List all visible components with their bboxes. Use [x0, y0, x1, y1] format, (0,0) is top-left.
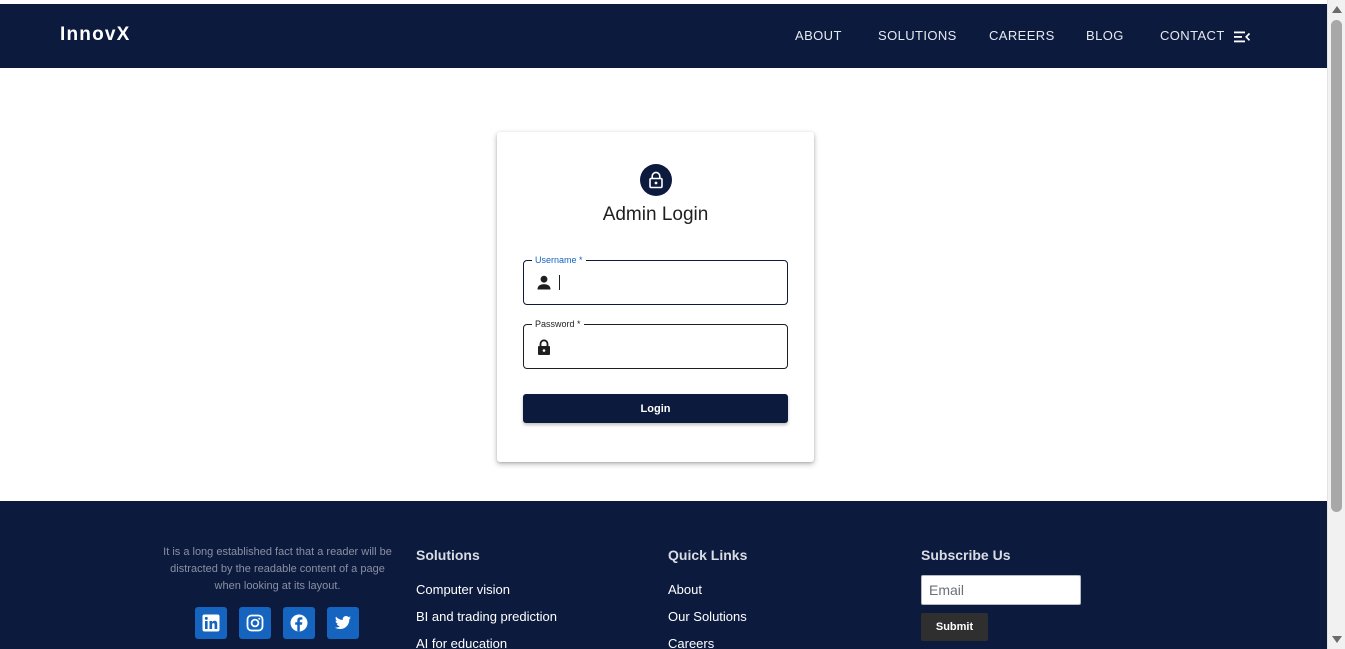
quick-links-title: Quick Links [668, 547, 748, 563]
lock-icon [649, 171, 663, 189]
lock-avatar [640, 164, 672, 196]
scroll-up-arrow-icon[interactable] [1332, 6, 1342, 13]
quick-link[interactable]: About [668, 582, 702, 597]
nav-careers[interactable]: CAREERS [989, 28, 1055, 43]
solutions-link[interactable]: Computer vision [416, 582, 510, 597]
password-input[interactable] [558, 333, 778, 361]
subscribe-submit-button[interactable]: Submit [921, 613, 988, 641]
username-input[interactable] [558, 269, 778, 297]
facebook-icon[interactable] [283, 607, 315, 639]
solutions-title: Solutions [416, 547, 480, 563]
nav-about[interactable]: ABOUT [795, 28, 842, 43]
login-card: Admin Login Username * Password * Login [497, 132, 814, 462]
username-label: Username * [532, 254, 586, 266]
nav-blog[interactable]: BLOG [1086, 28, 1124, 43]
subscribe-title: Subscribe Us [921, 547, 1011, 563]
login-title: Admin Login [602, 204, 709, 225]
scroll-down-arrow-icon[interactable] [1332, 636, 1342, 643]
password-field[interactable]: Password * [523, 318, 788, 369]
lock-icon [537, 339, 551, 355]
nav-solutions[interactable]: SOLUTIONS [878, 28, 957, 43]
username-field[interactable]: Username * [523, 254, 788, 305]
quick-link[interactable]: Our Solutions [668, 609, 747, 624]
footer: It is a long established fact that a rea… [0, 501, 1327, 649]
person-icon [537, 275, 551, 291]
page: InnovX ABOUT SOLUTIONS CAREERS BLOG CONT… [0, 0, 1327, 649]
text-caret [559, 275, 560, 290]
login-button[interactable]: Login [523, 394, 788, 423]
scroll-thumb[interactable] [1331, 20, 1342, 512]
password-label: Password * [532, 318, 584, 330]
brand-logo[interactable]: InnovX [60, 24, 131, 46]
subscribe-email-input[interactable] [921, 575, 1081, 605]
solutions-link[interactable]: BI and trading prediction [416, 609, 557, 624]
twitter-icon[interactable] [327, 607, 359, 639]
vertical-scrollbar[interactable] [1327, 0, 1345, 649]
quick-link[interactable]: Careers [668, 636, 714, 649]
nav-contact[interactable]: CONTACT [1160, 28, 1225, 43]
menu-collapse-icon[interactable] [1233, 30, 1251, 44]
linkedin-icon[interactable] [195, 607, 227, 639]
navbar: InnovX ABOUT SOLUTIONS CAREERS BLOG CONT… [0, 4, 1327, 68]
instagram-icon[interactable] [239, 607, 271, 639]
footer-about-text: It is a long established fact that a rea… [163, 546, 392, 592]
solutions-link[interactable]: AI for education [416, 636, 507, 649]
